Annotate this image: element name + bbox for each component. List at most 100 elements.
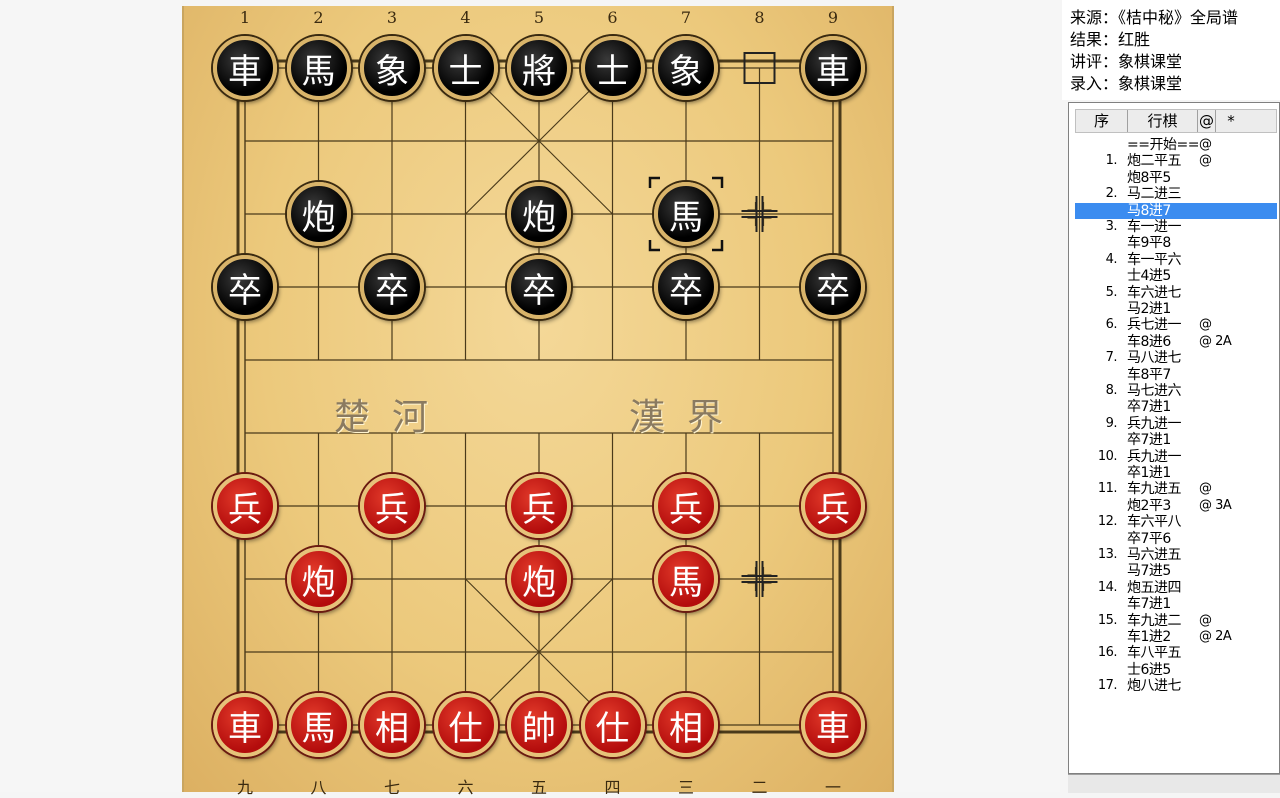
move-number: 1. xyxy=(1105,153,1118,169)
black-piece[interactable]: 卒 xyxy=(360,255,424,319)
file-number-bottom: 二 xyxy=(751,778,768,797)
black-piece[interactable]: 卒 xyxy=(507,255,571,319)
black-piece[interactable]: 車 xyxy=(801,36,865,100)
move-row[interactable]: 11. 车九进五 @ xyxy=(1075,481,1277,497)
black-piece[interactable]: 馬 xyxy=(654,182,718,246)
move-row[interactable]: 车7进1 xyxy=(1075,596,1277,612)
move-mark: @ 3A xyxy=(1199,497,1232,513)
red-piece[interactable]: 仕 xyxy=(433,693,498,757)
move-row[interactable]: 炮2平3 @ 3A xyxy=(1075,498,1277,514)
red-piece[interactable]: 相 xyxy=(654,693,718,757)
red-piece[interactable]: 兵 xyxy=(213,474,277,538)
red-piece[interactable]: 帥 xyxy=(507,693,571,757)
move-row[interactable]: 13. 马六进五 xyxy=(1075,547,1277,563)
move-text: 炮八进七 xyxy=(1127,678,1182,695)
move-row[interactable]: 5. 车六进七 xyxy=(1075,285,1277,301)
move-row[interactable]: 7. 马八进七 xyxy=(1075,350,1277,366)
header-star[interactable]: * xyxy=(1216,110,1246,132)
move-row[interactable]: 4. 车一平六 xyxy=(1075,252,1277,268)
move-row[interactable]: 车8平7 xyxy=(1075,367,1277,383)
red-piece[interactable]: 馬 xyxy=(286,693,351,757)
move-text: 车9平8 xyxy=(1127,235,1171,252)
move-row[interactable]: 马2进1 xyxy=(1075,301,1277,317)
move-list-header: 序 行棋 @ * xyxy=(1075,109,1277,133)
move-row[interactable]: 3. 车一进一 xyxy=(1075,219,1277,235)
xiangqi-board[interactable]: 123456789 九八七六五四三二一 楚河 漢界 車馬象士將士象車炮炮馬卒卒卒… xyxy=(182,6,894,797)
black-piece[interactable]: 卒 xyxy=(654,255,718,319)
file-number-top: 1 xyxy=(239,8,251,27)
red-piece[interactable]: 兵 xyxy=(654,474,718,538)
black-piece[interactable]: 馬 xyxy=(286,36,351,100)
move-row[interactable]: 9. 兵九进一 xyxy=(1075,416,1277,432)
move-row[interactable]: 15. 车九进二 @ xyxy=(1075,613,1277,629)
move-row[interactable]: 10. 兵九进一 xyxy=(1075,449,1277,465)
move-row[interactable]: 卒7平6 xyxy=(1075,531,1277,547)
move-row[interactable]: 士4进5 xyxy=(1075,268,1277,284)
move-number: 8. xyxy=(1105,383,1118,398)
move-row[interactable]: 8. 马七进六 xyxy=(1075,383,1277,399)
red-piece[interactable]: 車 xyxy=(801,693,865,757)
black-piece[interactable]: 士 xyxy=(433,36,498,100)
file-number-top: 2 xyxy=(313,8,324,27)
black-piece[interactable]: 炮 xyxy=(286,182,351,246)
black-piece[interactable]: 車 xyxy=(213,36,277,100)
red-piece[interactable]: 炮 xyxy=(507,547,571,611)
move-row[interactable]: 卒7进1 xyxy=(1075,399,1277,415)
black-piece[interactable]: 卒 xyxy=(801,255,865,319)
move-row[interactable]: 12. 车六平八 xyxy=(1075,514,1277,530)
move-row[interactable]: 16. 车八平五 xyxy=(1075,645,1277,661)
header-move[interactable]: 行棋 xyxy=(1128,110,1198,132)
move-text: 卒7平6 xyxy=(1127,530,1171,547)
red-piece[interactable]: 相 xyxy=(360,693,424,757)
move-text: 马六进五 xyxy=(1127,547,1182,563)
move-row[interactable]: 车1进2 @ 2A xyxy=(1075,629,1277,645)
move-text: 马7进5 xyxy=(1127,563,1171,580)
move-row[interactable]: 马7进5 xyxy=(1075,563,1277,579)
move-text: 卒7进1 xyxy=(1127,399,1171,416)
red-piece[interactable]: 炮 xyxy=(286,547,351,611)
move-row[interactable]: 14. 炮五进四 xyxy=(1075,580,1277,596)
move-row[interactable]: 2. 马二进三 xyxy=(1075,186,1277,202)
move-text: 车八平五 xyxy=(1127,645,1182,662)
header-index[interactable]: 序 xyxy=(1076,110,1128,132)
red-piece[interactable]: 兵 xyxy=(507,474,571,538)
move-row[interactable]: 6. 兵七进一 @ xyxy=(1075,317,1277,333)
header-at[interactable]: @ xyxy=(1198,110,1216,132)
move-row[interactable]: 车8进6 @ 2A xyxy=(1075,334,1277,350)
red-piece[interactable]: 仕 xyxy=(580,693,645,757)
red-piece[interactable]: 車 xyxy=(213,693,277,757)
red-piece[interactable]: 兵 xyxy=(360,474,424,538)
move-text: 马八进七 xyxy=(1127,350,1182,367)
file-number-top: 4 xyxy=(460,8,471,27)
move-mark: @ xyxy=(1199,612,1212,628)
move-text: 炮五进四 xyxy=(1127,579,1182,596)
move-text: 炮2平3 xyxy=(1127,497,1171,514)
red-piece[interactable]: 兵 xyxy=(801,474,865,538)
black-piece[interactable]: 卒 xyxy=(213,255,277,319)
move-text: 马8进7 xyxy=(1127,202,1171,219)
move-list-panel[interactable]: 序 行棋 @ * ==开始== @1. 炮二平五 @ 炮8平5 2. 马二进三 马8进7 3. 车… xyxy=(1068,102,1280,774)
move-number: 14. xyxy=(1097,579,1118,595)
move-row[interactable]: 马8进7 xyxy=(1075,202,1277,219)
move-row[interactable]: 炮8平5 xyxy=(1075,170,1277,186)
move-row[interactable]: 卒7进1 xyxy=(1075,432,1277,448)
red-piece[interactable]: 馬 xyxy=(654,547,718,611)
move-text: 车一平六 xyxy=(1127,251,1182,268)
black-piece[interactable]: 炮 xyxy=(507,182,571,246)
black-piece[interactable]: 將 xyxy=(507,36,571,100)
black-piece[interactable]: 象 xyxy=(360,36,424,100)
move-row[interactable]: 17. 炮八进七 xyxy=(1075,678,1277,694)
move-row[interactable]: ==开始== @ xyxy=(1075,137,1277,153)
move-row[interactable]: 卒1进1 xyxy=(1075,465,1277,481)
move-row[interactable]: 1. 炮二平五 @ xyxy=(1075,153,1277,169)
move-number: 12. xyxy=(1097,514,1118,530)
move-number: 13. xyxy=(1097,547,1118,562)
move-text: 车1进2 xyxy=(1127,629,1171,645)
black-piece[interactable]: 象 xyxy=(654,36,718,100)
move-row[interactable]: 车9平8 xyxy=(1075,235,1277,251)
move-row[interactable]: 士6进5 xyxy=(1075,662,1277,678)
black-piece[interactable]: 士 xyxy=(580,36,645,100)
move-text: 炮8平5 xyxy=(1127,169,1171,186)
move-text: 卒7进1 xyxy=(1127,432,1171,449)
board-grid xyxy=(236,52,842,734)
